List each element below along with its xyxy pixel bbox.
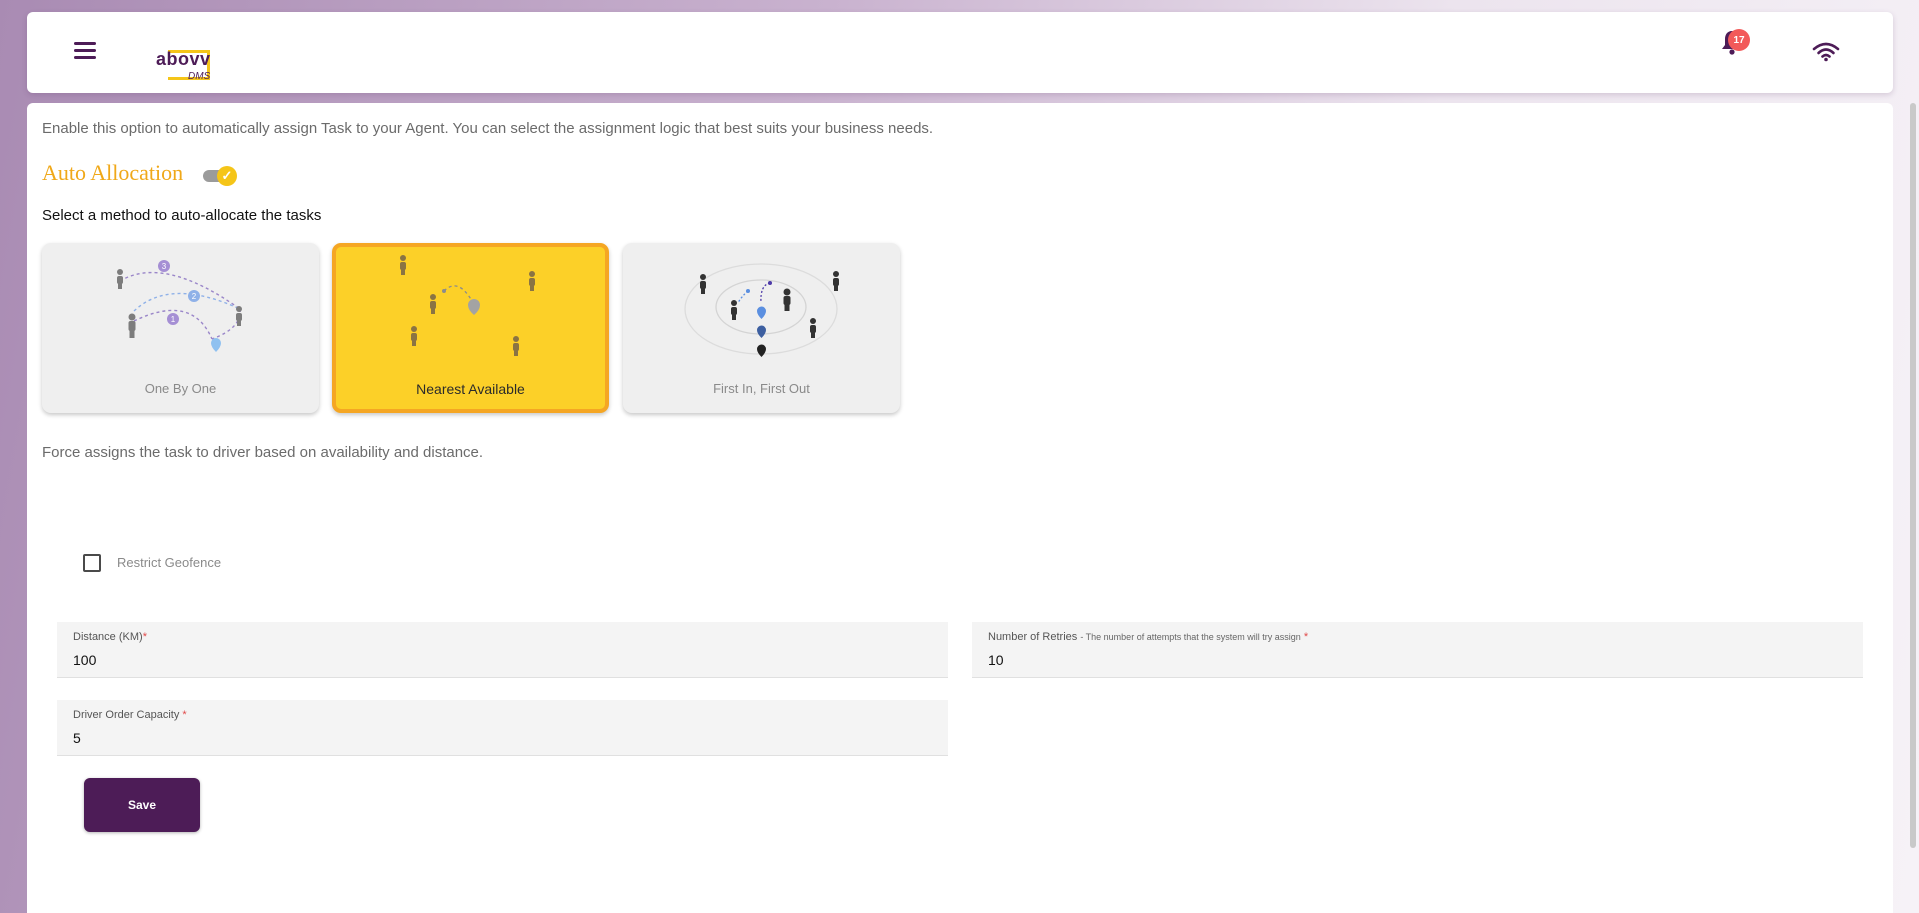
method-select-label: Select a method to auto-allocate the tas…	[42, 207, 322, 224]
method-card-fifo[interactable]: First In, First Out	[623, 243, 900, 413]
top-header: abovv DMS	[27, 12, 1893, 93]
capacity-value: 5	[73, 730, 81, 746]
auto-allocation-title: Auto Allocation	[42, 160, 184, 185]
retries-value: 10	[988, 652, 1004, 668]
logo-text: abovv	[156, 49, 211, 69]
method-description: Force assigns the task to driver based o…	[42, 444, 484, 461]
retries-hint: - The number of attempts that the system…	[1080, 632, 1301, 642]
retries-field[interactable]: Number of Retries - The number of attemp…	[972, 622, 1863, 678]
method-card-one-by-one[interactable]: 3 2 1 One By One	[42, 243, 319, 413]
auto-allocation-toggle[interactable]: ✓	[203, 166, 237, 186]
svg-text:2: 2	[192, 292, 197, 301]
capacity-label: Driver Order Capacity	[73, 709, 180, 721]
restrict-geofence-checkbox[interactable]	[83, 554, 101, 572]
wifi-icon	[1812, 42, 1840, 62]
retries-label: Number of Retries	[988, 631, 1078, 643]
method-label: One By One	[144, 381, 217, 396]
distance-value: 100	[73, 652, 97, 668]
hamburger-menu-icon[interactable]	[74, 42, 96, 60]
distance-field[interactable]: Distance (KM)* 100	[57, 622, 948, 678]
notification-count-badge: 17	[1728, 29, 1750, 51]
svg-text:1: 1	[171, 315, 176, 324]
driver-capacity-field[interactable]: Driver Order Capacity * 5	[57, 700, 948, 756]
check-icon: ✓	[217, 166, 237, 186]
distance-label: Distance (KM)	[73, 631, 143, 643]
settings-panel	[27, 103, 1893, 913]
method-label: Nearest Available	[416, 381, 525, 397]
method-label: First In, First Out	[713, 381, 810, 396]
restrict-geofence-label: Restrict Geofence	[117, 555, 222, 570]
logo-subtext: DMS	[188, 71, 211, 82]
save-button[interactable]: Save	[84, 778, 200, 832]
brand-logo[interactable]: abovv DMS	[130, 37, 238, 82]
method-card-nearest-available[interactable]: Nearest Available	[332, 243, 609, 413]
intro-description: Enable this option to automatically assi…	[42, 120, 934, 137]
app-window: abovv DMS 17 Enable this option to autom…	[0, 0, 1919, 913]
svg-text:3: 3	[162, 262, 167, 271]
page-scrollbar[interactable]	[1910, 103, 1916, 848]
